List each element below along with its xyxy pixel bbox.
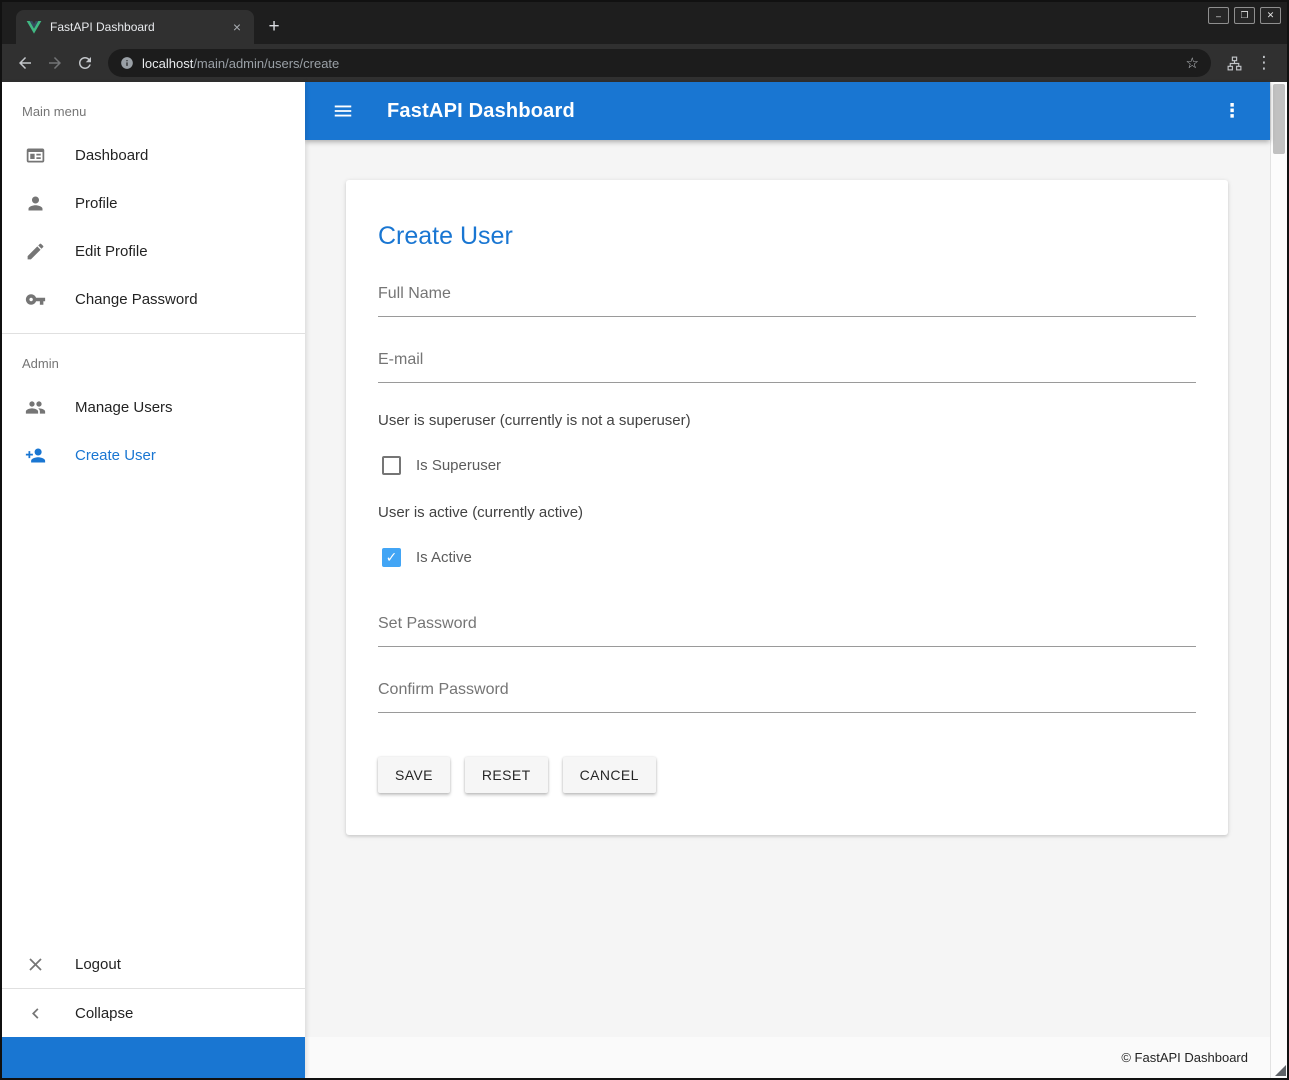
email-input[interactable] (378, 343, 1196, 383)
key-icon (25, 289, 46, 310)
person-add-icon (25, 445, 46, 466)
appbar: FastAPI Dashboard ⋮ (305, 82, 1270, 140)
sidebar-footer-strip (2, 1037, 305, 1078)
set-password-field (378, 607, 1196, 647)
browser-toolbar: localhost/main/admin/users/create ☆ ⋮ (2, 44, 1287, 82)
active-checkbox-row[interactable]: ✓ Is Active (378, 548, 1196, 567)
save-button[interactable]: SAVE (378, 757, 450, 793)
sidebar-section-admin: Admin (2, 334, 305, 383)
form-buttons: SAVE RESET CANCEL (378, 757, 1196, 793)
forward-button[interactable] (40, 48, 70, 78)
active-hint: User is active (currently active) (378, 504, 1196, 521)
minimize-button[interactable]: – (1208, 7, 1229, 24)
close-icon (25, 954, 46, 975)
sidebar: Main menu Dashboard Profile Edit Profile… (2, 82, 305, 1078)
bookmark-star-icon[interactable]: ☆ (1186, 54, 1199, 72)
tab-title: FastAPI Dashboard (50, 20, 220, 34)
page-scrollbar[interactable] (1270, 82, 1287, 1078)
new-tab-button[interactable]: + (260, 13, 288, 41)
sidebar-item-collapse[interactable]: Collapse (2, 989, 305, 1037)
main-area: FastAPI Dashboard ⋮ Create User User is … (305, 82, 1270, 1078)
sidebar-item-change-password[interactable]: Change Password (2, 275, 305, 323)
confirm-password-input[interactable] (378, 673, 1196, 713)
sidebar-item-logout[interactable]: Logout (2, 940, 305, 988)
appbar-title: FastAPI Dashboard (387, 100, 1214, 123)
person-icon (25, 193, 46, 214)
sidebar-item-label: Manage Users (75, 399, 173, 416)
create-user-card: Create User User is superuser (currently… (346, 180, 1228, 835)
cancel-button[interactable]: CANCEL (563, 757, 656, 793)
address-bar[interactable]: localhost/main/admin/users/create ☆ (108, 49, 1211, 77)
content: Create User User is superuser (currently… (305, 140, 1270, 1037)
tab-close-icon[interactable]: × (228, 18, 246, 36)
browser-tab[interactable]: FastAPI Dashboard × (16, 10, 254, 44)
superuser-checkbox[interactable] (382, 456, 401, 475)
appbar-menu-icon[interactable]: ⋮ (1214, 93, 1250, 129)
scrollbar-thumb[interactable] (1273, 84, 1285, 154)
url-host: localhost (142, 56, 193, 71)
sidebar-item-label: Change Password (75, 291, 198, 308)
url-path: /main/admin/users/create (193, 56, 339, 71)
sidebar-item-label: Collapse (75, 1005, 133, 1022)
resize-grip-icon (1275, 1065, 1286, 1076)
maximize-button[interactable]: ❐ (1234, 7, 1255, 24)
sidebar-item-edit-profile[interactable]: Edit Profile (2, 227, 305, 275)
sidebar-item-label: Profile (75, 195, 118, 212)
active-checkbox-label: Is Active (416, 549, 472, 566)
sidebar-item-dashboard[interactable]: Dashboard (2, 131, 305, 179)
copyright-text: © FastAPI Dashboard (1121, 1050, 1248, 1065)
browser-window: FastAPI Dashboard × + – ❐ ✕ localhost/ma… (0, 0, 1289, 1080)
reload-button[interactable] (70, 48, 100, 78)
chevron-left-icon (25, 1003, 46, 1024)
sidebar-item-profile[interactable]: Profile (2, 179, 305, 227)
extensions-icon[interactable] (1219, 48, 1249, 78)
hamburger-menu-icon[interactable] (325, 93, 361, 129)
page-title: Create User (378, 222, 1196, 251)
dashboard-icon (25, 145, 46, 166)
sidebar-item-label: Create User (75, 447, 156, 464)
email-field (378, 343, 1196, 383)
back-button[interactable] (10, 48, 40, 78)
full-name-input[interactable] (378, 277, 1196, 317)
superuser-checkbox-label: Is Superuser (416, 457, 501, 474)
sidebar-section-main-menu: Main menu (2, 82, 305, 131)
sidebar-item-create-user[interactable]: Create User (2, 431, 305, 479)
browser-titlebar: FastAPI Dashboard × + – ❐ ✕ (2, 2, 1287, 44)
page: Main menu Dashboard Profile Edit Profile… (2, 82, 1287, 1078)
site-info-icon[interactable] (120, 56, 134, 70)
url-text: localhost/main/admin/users/create (142, 56, 1178, 71)
window-close-button[interactable]: ✕ (1260, 7, 1281, 24)
window-controls: – ❐ ✕ (1208, 7, 1281, 24)
vue-logo-favicon (26, 19, 42, 35)
full-name-field (378, 277, 1196, 317)
browser-menu-icon[interactable]: ⋮ (1249, 48, 1279, 78)
sidebar-item-label: Dashboard (75, 147, 148, 164)
page-footer: © FastAPI Dashboard (305, 1037, 1270, 1078)
active-checkbox[interactable]: ✓ (382, 548, 401, 567)
reset-button[interactable]: RESET (465, 757, 548, 793)
sidebar-item-label: Logout (75, 956, 121, 973)
pencil-icon (25, 241, 46, 262)
sidebar-item-label: Edit Profile (75, 243, 148, 260)
confirm-password-field (378, 673, 1196, 713)
set-password-input[interactable] (378, 607, 1196, 647)
superuser-hint: User is superuser (currently is not a su… (378, 412, 1196, 429)
sidebar-item-manage-users[interactable]: Manage Users (2, 383, 305, 431)
people-icon (25, 397, 46, 418)
superuser-checkbox-row[interactable]: Is Superuser (378, 456, 1196, 475)
